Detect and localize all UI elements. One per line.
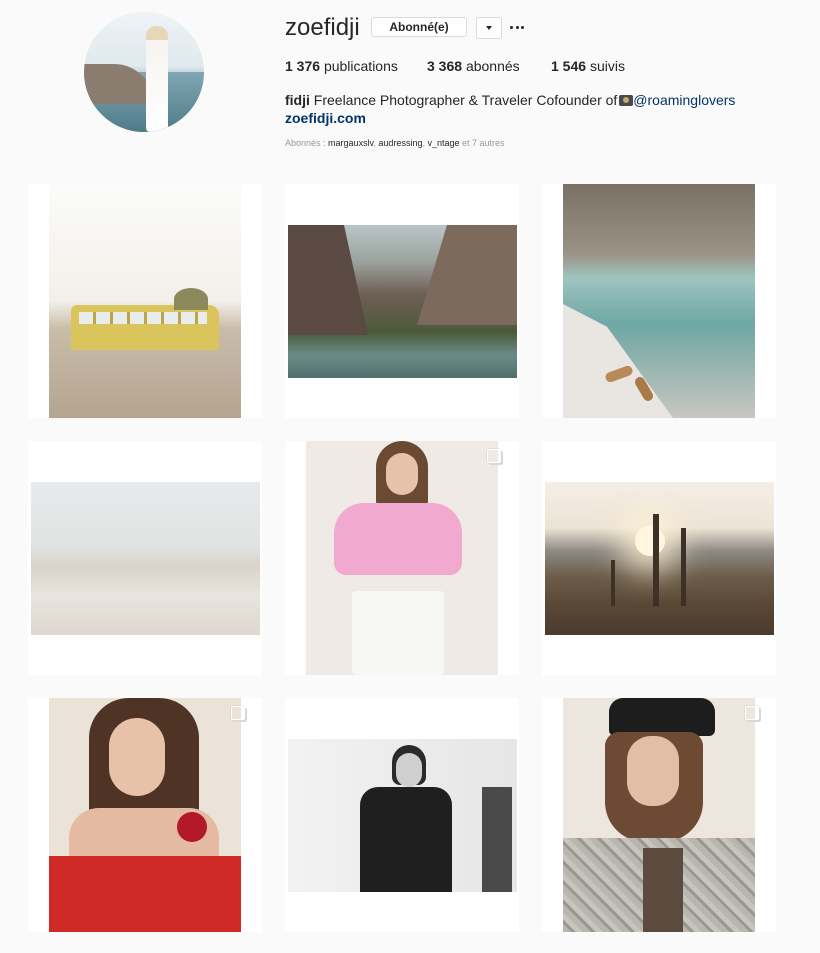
profile-avatar[interactable] [84,12,204,132]
suggestions-dropdown-button[interactable] [476,17,502,39]
followed-by-user[interactable]: audressing [378,138,422,148]
post-photo [49,184,241,418]
stat-followers-label: abonnés [465,58,520,74]
post-photo [563,698,755,932]
followed-by-prefix: Abonnés : [285,138,326,148]
post-photo [288,225,517,378]
white-pants-shape [352,591,444,675]
camera-emoji-icon [619,95,634,106]
multiple-images-icon [487,449,501,463]
avatar-figure [146,26,168,132]
dot-icon [510,25,513,29]
post-tile[interactable] [28,441,262,675]
stat-following-label: suivis [589,58,625,74]
stat-following[interactable]: 1 546 suivis [551,58,625,74]
post-photo [288,739,517,892]
profile-username: zoefidji [285,14,360,41]
avatar-cliff [84,64,154,104]
cap-shape [609,698,715,736]
bus-windows [79,312,207,324]
joshua-tree-trunk [681,528,686,606]
post-tile[interactable] [542,698,776,932]
canyon-wall-left [288,225,368,335]
face-shape [627,736,679,806]
joshua-tree-trunk [611,560,615,606]
post-photo [31,482,260,635]
post-tile[interactable] [542,184,776,418]
flower-shape [177,812,207,842]
multiple-images-icon [231,706,245,720]
red-top-shape [49,856,241,932]
post-tile[interactable] [542,441,776,675]
leopard-top-shape [643,848,683,932]
stat-posts-count: 1 376 [285,58,321,74]
post-photo [49,698,241,932]
bio-text: Freelance Photographer & Traveler Cofoun… [313,92,618,108]
stat-posts: 1 376 publications [285,58,427,74]
dot-icon [515,25,519,29]
post-photo [306,441,498,675]
dark-shirt-shape [360,787,452,892]
multiple-images-icon [745,706,759,720]
dot-icon [521,25,524,29]
sun-shape [635,526,665,556]
stat-following-count: 1 546 [551,58,587,74]
joshua-tree-trunk [653,514,659,606]
post-tile[interactable] [28,698,262,932]
post-photo [545,482,774,635]
profile-bio: fidji Freelance Photographer & Traveler … [285,91,735,110]
profile-website-link[interactable]: zoefidji.com [285,110,366,126]
face-shape [386,453,418,495]
stat-followers[interactable]: 3 368 abonnés [427,58,551,74]
followed-by: Abonnés : margauxslv, audressing, v_ntag… [285,138,505,148]
post-tile[interactable] [285,441,519,675]
stat-posts-label: publications [323,58,398,74]
chair-shape [482,787,512,892]
palm-shape [174,288,208,310]
bio-name: fidji [285,92,310,108]
canyon-wall-right [417,225,517,325]
followed-by-more[interactable]: et 7 autres [462,138,505,148]
post-tile[interactable] [285,184,519,418]
following-button[interactable]: Abonné(e) [371,17,467,37]
stat-followers-count: 3 368 [427,58,463,74]
post-photo [563,184,755,418]
post-tile[interactable] [285,698,519,932]
profile-stats: 1 376 publications 3 368 abonnés 1 546 s… [285,58,625,74]
followed-by-user[interactable]: margauxslv [328,138,373,148]
face-shape [109,718,165,796]
followed-by-user[interactable]: v_ntage [427,138,459,148]
post-tile[interactable] [28,184,262,418]
rock-ledge [563,304,673,418]
bio-handle-link[interactable]: @roaminglovers [633,92,735,108]
caret-down-icon [486,26,492,30]
face-shape [396,753,422,787]
more-options-button[interactable] [510,17,524,37]
pink-top-shape [334,503,462,575]
